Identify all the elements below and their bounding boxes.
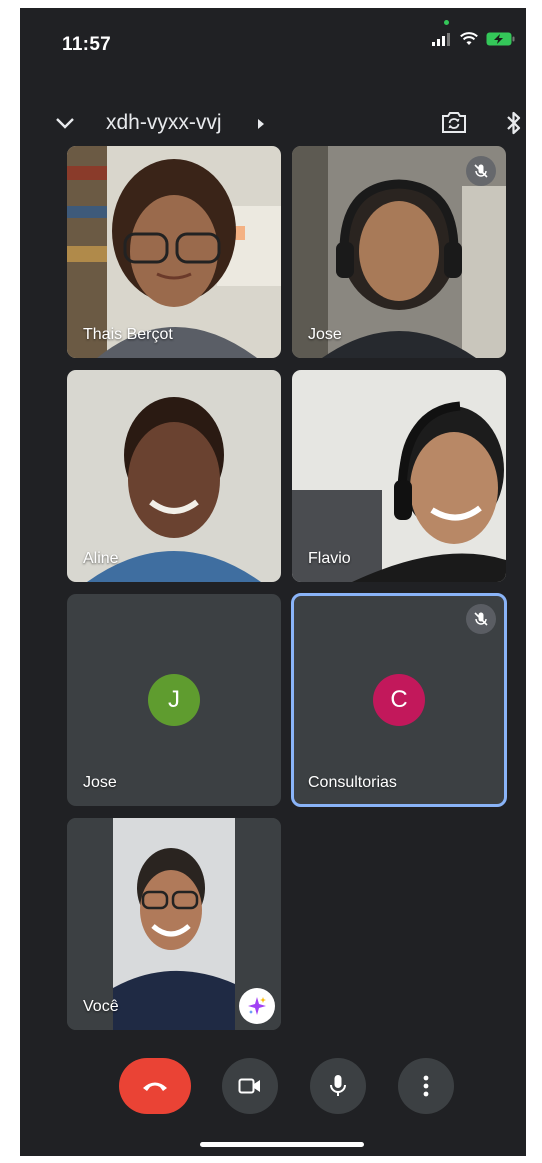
- meet-call-screen: 11:57 xdh-vyxx-vvj Thais Berçot Jose Ali…: [20, 8, 526, 1156]
- microphone-icon: [330, 1075, 346, 1096]
- participant-tile-jose-video[interactable]: Jose: [292, 146, 506, 358]
- participant-name: Thais Berçot: [83, 326, 173, 343]
- privacy-indicator-dot: [444, 20, 449, 25]
- status-time: 11:57: [62, 34, 112, 55]
- video-toggle-button[interactable]: [222, 1058, 278, 1114]
- end-call-button[interactable]: [119, 1058, 191, 1114]
- call-controls: [20, 1058, 526, 1114]
- participant-tile-thais[interactable]: Thais Berçot: [67, 146, 281, 358]
- more-options-button[interactable]: [398, 1058, 454, 1114]
- participant-tile-flavio[interactable]: Flavio: [292, 370, 506, 582]
- bluetooth-icon[interactable]: [506, 110, 522, 141]
- self-view-tile[interactable]: Você: [67, 818, 281, 1030]
- mic-off-icon: [466, 604, 496, 634]
- participant-name: Jose: [83, 774, 117, 791]
- battery-charging-icon: [486, 32, 516, 51]
- signal-icon: [432, 32, 452, 51]
- participant-name: Aline: [83, 550, 119, 567]
- chevron-down-icon[interactable]: [54, 112, 76, 139]
- wifi-icon: [460, 32, 478, 51]
- more-vert-icon: [423, 1075, 429, 1097]
- status-icons: [432, 32, 516, 51]
- avatar: J: [148, 674, 200, 726]
- video-camera-icon: [238, 1078, 260, 1094]
- participant-name: Flavio: [308, 550, 351, 567]
- participant-name: Jose: [308, 326, 342, 343]
- participant-tile-consultorias[interactable]: C Consultorias: [291, 593, 507, 807]
- end-call-icon: [143, 1082, 167, 1091]
- participant-tile-aline[interactable]: Aline: [67, 370, 281, 582]
- meeting-info-arrow-icon[interactable]: [258, 119, 264, 129]
- meeting-code[interactable]: xdh-vyxx-vvj: [106, 111, 222, 135]
- camera-switch-icon[interactable]: [440, 109, 468, 140]
- participant-tile-jose-avatar[interactable]: J Jose: [67, 594, 281, 806]
- participant-name: Você: [83, 998, 119, 1015]
- home-indicator[interactable]: [200, 1142, 364, 1147]
- mic-off-icon: [466, 156, 496, 186]
- sparkle-effects-icon[interactable]: [239, 988, 275, 1024]
- avatar: C: [373, 674, 425, 726]
- meeting-header: xdh-vyxx-vvj: [20, 104, 526, 148]
- microphone-button[interactable]: [310, 1058, 366, 1114]
- participant-name: Consultorias: [308, 774, 397, 791]
